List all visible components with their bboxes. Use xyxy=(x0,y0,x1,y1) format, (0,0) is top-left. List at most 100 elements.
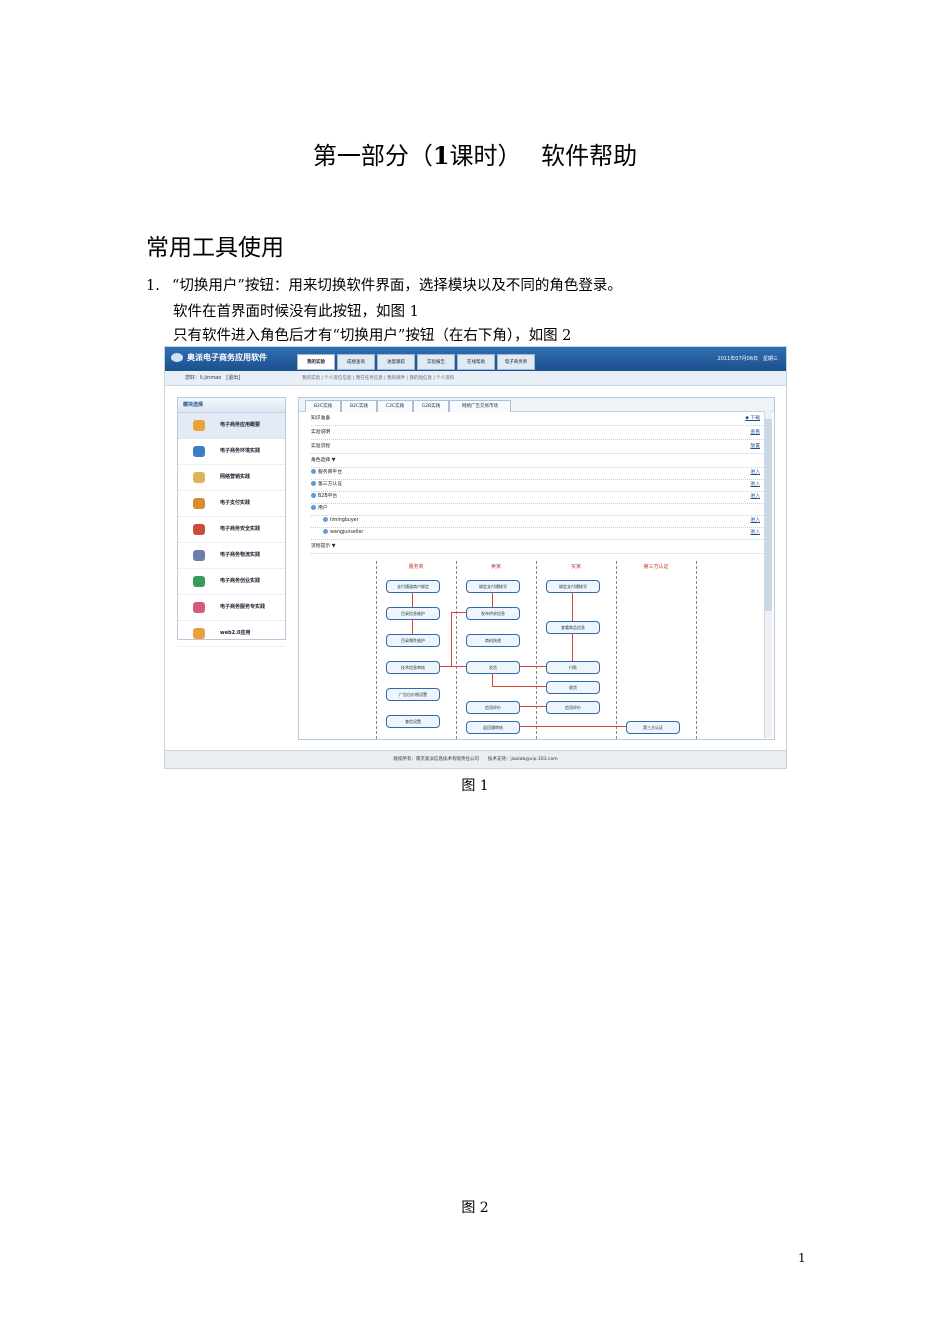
tab-score-query[interactable]: 成绩查询 xyxy=(337,354,375,370)
figure-1-caption: 图 1 xyxy=(461,778,489,794)
tab-g2b[interactable]: G2B实践 xyxy=(413,400,449,412)
module-item[interactable]: 电子商务环境实践 xyxy=(178,439,285,465)
enter-link[interactable]: 进入 xyxy=(750,491,760,503)
tab-ad-market[interactable]: 网络广告交易市场 xyxy=(449,400,511,412)
module-item[interactable]: 电子商务服务专实践 xyxy=(178,595,285,621)
module-item[interactable]: web2.0应用 xyxy=(178,621,285,647)
flow-arrow xyxy=(519,666,546,667)
module-item[interactable]: 电子商务物流实践 xyxy=(178,543,285,569)
title-number: 1 xyxy=(432,141,450,170)
experiment-panel: B2C实践 B2C实践 C2C实践 G2B实践 网络广告交易市场 知识准备 ◆ 下… xyxy=(298,397,775,740)
date-display: 2011年07月06日 星期三 xyxy=(717,356,778,362)
row-description: 实验说明 查看 xyxy=(311,427,766,440)
lane-title: 卖家 xyxy=(490,564,501,570)
row-process: 实验流程 放置 xyxy=(311,441,766,454)
logistics-icon xyxy=(193,550,205,561)
row-user: wangjunseller 进入 xyxy=(311,527,766,540)
flow-box: 收货 xyxy=(546,681,600,694)
tab-ecommerce[interactable]: 电子商务师 xyxy=(497,354,535,370)
tab-progress[interactable]: 进度跟踪 xyxy=(377,354,415,370)
row-flow-tips[interactable]: 流程提示 ▼ xyxy=(311,541,766,554)
module-panel: 模块选择 电子商务应用概要 电子商务环境实践 网络营销实践 电子支付实践 电子商… xyxy=(177,397,286,647)
globe-icon xyxy=(311,505,316,510)
flow-arrow xyxy=(451,612,452,666)
row-knowledge: 知识准备 ◆ 下载 xyxy=(311,413,766,426)
flow-arrow xyxy=(572,592,573,621)
flow-box: 发货 xyxy=(466,661,520,674)
module-panel-title: 模块选择 xyxy=(178,398,285,413)
tab-report[interactable]: 实验报告 xyxy=(417,354,455,370)
user-icon xyxy=(323,517,328,522)
flow-arrow xyxy=(412,619,413,634)
flow-box: 信用评价 xyxy=(546,701,600,714)
payment-icon xyxy=(193,498,205,509)
lane-divider xyxy=(456,561,457,739)
lane-title: 买家 xyxy=(570,564,581,570)
enter-link[interactable]: 进入 xyxy=(750,479,760,491)
tab-b2c-1[interactable]: B2C实践 xyxy=(305,400,341,412)
enter-link[interactable]: 进入 xyxy=(750,515,760,527)
flow-box: 查信设置 xyxy=(386,715,440,728)
place-link[interactable]: 放置 xyxy=(750,441,760,453)
module-item[interactable]: 电子商务创业实践 xyxy=(178,569,285,595)
tab-my-experiment[interactable]: 我的实验 xyxy=(297,354,335,370)
list-item-1: 1. “切换用户”按钮：用来切换软件界面，选择模块以及不同的角色登录。 xyxy=(146,276,622,296)
paragraph-line: 只有软件进入角色后才有“切换用户”按钮（在右下角），如图 2 xyxy=(173,328,572,344)
lane-title: 服务商 xyxy=(408,564,424,570)
scrollbar[interactable] xyxy=(764,411,772,738)
service-icon xyxy=(193,602,205,613)
flow-box: 绑定支付通帐号 xyxy=(466,580,520,593)
title-part: 课时） 软件帮助 xyxy=(449,142,638,170)
app-logo: 奥派电子商务应用软件 xyxy=(171,352,267,363)
flow-box: 支付通道商户绑定 xyxy=(386,580,440,593)
section-heading: 常用工具使用 xyxy=(146,235,284,261)
flow-box: 第三方认证 xyxy=(626,721,680,734)
scrollbar-thumb[interactable] xyxy=(765,419,772,611)
module-item[interactable]: 网络营销实践 xyxy=(178,465,285,491)
flow-arrow xyxy=(439,666,466,667)
figure-1-screenshot: 奥派电子商务应用软件 我的实验 成绩查询 进度跟踪 实验报告 在线帮助 电子商务… xyxy=(164,346,787,769)
flow-box: 绑定支付通帐号 xyxy=(546,580,600,593)
module-item[interactable]: 电子商务安全实践 xyxy=(178,517,285,543)
lane-divider xyxy=(376,561,377,739)
download-link[interactable]: ◆ 下载 xyxy=(745,413,760,425)
app-header: 奥派电子商务应用软件 我的实验 成绩查询 进度跟踪 实验报告 在线帮助 电子商务… xyxy=(165,347,786,371)
flow-arrow xyxy=(492,686,546,687)
startup-icon xyxy=(193,576,205,587)
user-greeting[interactable]: 您好：li.jinmao [退出] xyxy=(185,374,240,381)
view-link[interactable]: 查看 xyxy=(750,427,760,439)
marketing-icon xyxy=(193,472,205,483)
paragraph-line: 软件在首界面时候没有此按钮，如图 1 xyxy=(173,304,419,320)
globe-icon xyxy=(311,481,316,486)
enter-link[interactable]: 进入 xyxy=(750,467,760,479)
tab-b2c-2[interactable]: B2C实践 xyxy=(341,400,377,412)
flow-box: 商机快递 xyxy=(466,634,520,647)
shield-icon xyxy=(193,524,205,535)
enter-link[interactable]: 进入 xyxy=(750,527,760,539)
app-footer: 版权所有：南京奥派信息技术有限责任公司 技术支持：jiaolab@vip.163… xyxy=(165,750,786,768)
module-item[interactable]: 电子商务应用概要 xyxy=(178,413,285,439)
experiment-tabs: B2C实践 B2C实践 C2C实践 G2B实践 网络广告交易市场 xyxy=(299,398,774,412)
flow-box: 付款 xyxy=(546,661,600,674)
flow-arrow xyxy=(572,633,573,661)
flow-box: 技术信息审核 xyxy=(386,661,440,674)
sub-links[interactable]: 我的实验 | 个人资信信息 | 我在任务信息 | 我的邮件 | 我的短信息 | … xyxy=(302,375,454,381)
tab-c2c[interactable]: C2C实践 xyxy=(377,400,413,412)
list-text: “切换用户”按钮：用来切换软件界面，选择模块以及不同的角色登录。 xyxy=(172,278,622,294)
web2-icon xyxy=(193,628,205,639)
flow-diagram: 服务商 卖家 买家 第三方认证 支付通道商户绑定 绑定支付通帐号 绑定支付通帐号… xyxy=(301,561,765,739)
flow-box: 信用评价 xyxy=(466,701,520,714)
lane-title: 第三方认证 xyxy=(643,564,669,570)
tab-help[interactable]: 在线帮助 xyxy=(457,354,495,370)
globe-icon xyxy=(311,469,316,474)
flow-arrow xyxy=(412,592,413,607)
flow-box: 目录信息维护 xyxy=(386,607,440,620)
flow-arrow xyxy=(519,706,546,707)
cart-icon xyxy=(193,420,205,431)
list-number: 1. xyxy=(146,278,160,294)
lane-divider xyxy=(616,561,617,739)
lane-divider xyxy=(536,561,537,739)
globe-icon xyxy=(311,493,316,498)
flow-arrow xyxy=(492,673,493,686)
module-item[interactable]: 电子支付实践 xyxy=(178,491,285,517)
